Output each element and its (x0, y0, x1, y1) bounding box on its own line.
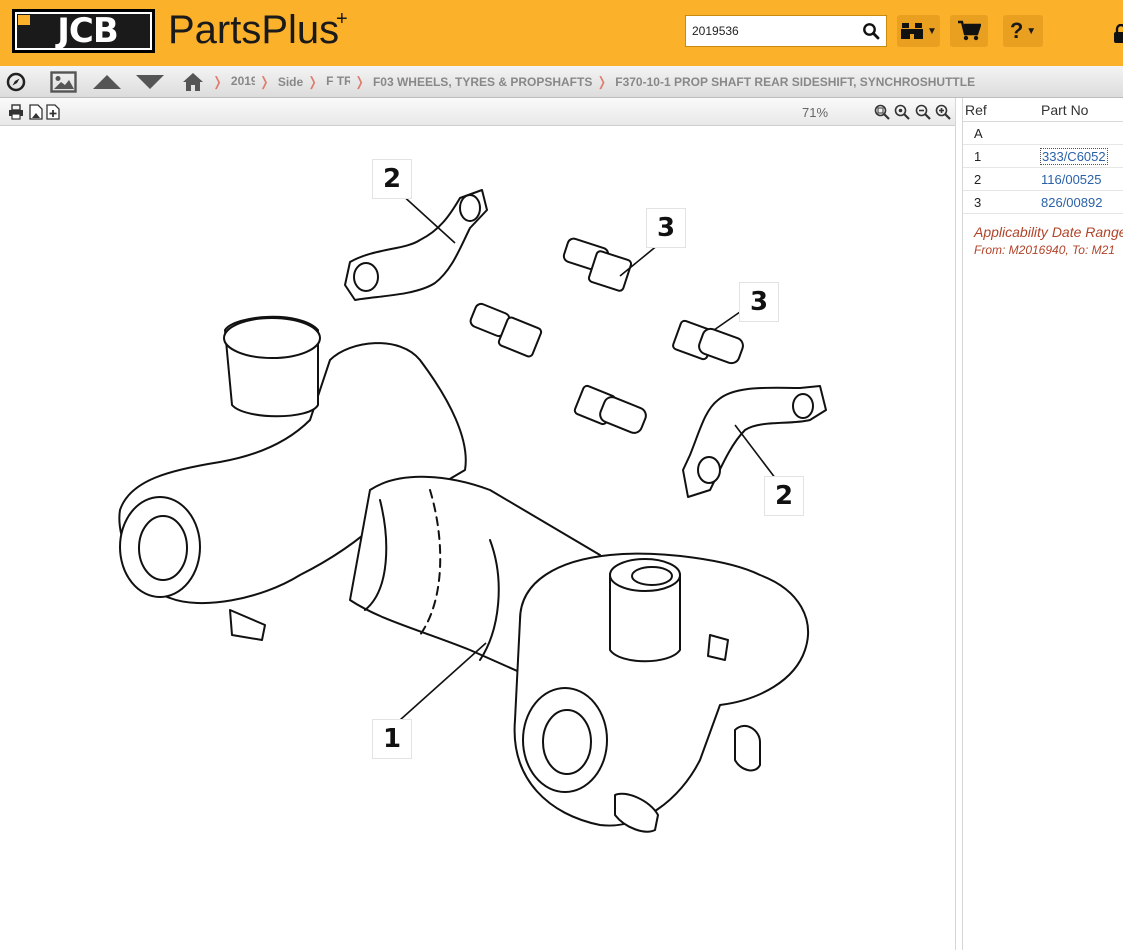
callout-1[interactable]: 1 (372, 719, 412, 759)
panel-splitter[interactable] (955, 98, 963, 950)
applicability-info: Applicability Date Range From: M2016940,… (974, 224, 1123, 257)
callout-2[interactable]: 2 (372, 159, 412, 199)
breadcrumb-separator: ❭ (212, 74, 223, 89)
breadcrumb-item[interactable]: 2019 (223, 74, 259, 91)
parts-list-panel: Ref Part No A 1 333/C6052 2 116/00525 3 … (963, 98, 1123, 950)
search-box (685, 15, 887, 47)
find-button[interactable]: ▼ (897, 15, 940, 47)
logo-text: JCB (17, 14, 150, 48)
lock-icon[interactable] (1112, 24, 1123, 44)
cart-button[interactable] (950, 15, 988, 47)
breadcrumb-separator: ❭ (258, 74, 270, 89)
help-icon: ? (1009, 18, 1024, 43)
search-button[interactable] (856, 16, 886, 46)
binoculars-icon (901, 23, 924, 39)
applicability-title: Applicability Date Range (974, 224, 1123, 240)
zoom-fit-icon[interactable] (874, 104, 890, 120)
logo-badge (18, 15, 30, 25)
parts-table-header: Ref Part No (963, 98, 1123, 122)
app-title: PartsPlus (168, 8, 340, 52)
zoom-in-icon[interactable] (935, 104, 951, 120)
arrow-down-icon[interactable] (135, 70, 165, 94)
propshaft-drawing (118, 189, 827, 833)
save-image-icon[interactable] (28, 104, 44, 120)
chevron-down-icon: ▼ (927, 25, 937, 37)
parts-diagram[interactable]: 2 3 3 2 1 (0, 127, 955, 950)
breadcrumb-separator: ❭ (354, 74, 365, 89)
zoom-level: 71% (802, 105, 829, 120)
callout-3[interactable]: 3 (739, 282, 779, 322)
row-part-no[interactable]: 333/C6052 (1040, 148, 1108, 165)
row-ref: 2 (974, 172, 982, 187)
breadcrumb-current[interactable]: F370-10-1 PROP SHAFT REAR SIDESHIFT, SYN… (607, 75, 979, 89)
zoom-reset-icon[interactable] (894, 104, 910, 120)
row-part-no[interactable]: 826/00892 (1041, 195, 1102, 210)
row-ref: A (974, 126, 983, 141)
nav-bar: ❭ 2019 ❭ Side ❭ F TR ❭ F03 WHEELS, TYRES… (0, 66, 1123, 98)
column-header-part-no[interactable]: Part No (1041, 102, 1088, 118)
print-icon[interactable] (8, 104, 24, 120)
search-input[interactable] (686, 16, 856, 46)
row-part-no[interactable]: 116/00525 (1041, 172, 1102, 187)
row-ref: 3 (974, 195, 982, 210)
breadcrumb-separator: ❭ (596, 74, 608, 89)
add-page-icon[interactable] (45, 104, 61, 120)
home-icon[interactable] (181, 70, 205, 94)
app-title-plus: + (336, 8, 348, 30)
help-button[interactable]: ? ▼ (1003, 15, 1043, 47)
breadcrumb-separator: ❭ (307, 74, 319, 89)
column-header-ref[interactable]: Ref (965, 102, 987, 118)
row-ref: 1 (974, 149, 982, 164)
table-row[interactable]: A (963, 122, 1123, 145)
compass-icon[interactable] (5, 70, 27, 94)
cart-icon (958, 20, 981, 41)
chevron-down-icon: ▼ (1026, 25, 1037, 37)
table-row[interactable]: 2 116/00525 (963, 168, 1123, 191)
callout-3[interactable]: 3 (646, 208, 686, 248)
image-icon[interactable] (49, 70, 77, 94)
breadcrumb-item[interactable]: Side (270, 75, 307, 89)
applicability-range: From: M2016940, To: M21 (974, 243, 1115, 257)
zoom-out-icon[interactable] (915, 104, 931, 120)
arrow-up-icon[interactable] (92, 70, 122, 94)
jcb-logo[interactable]: JCB (12, 9, 155, 53)
app-header: JCB PartsPlus + ▼ ? ▼ (0, 0, 1123, 66)
breadcrumb-item[interactable]: F TR (318, 74, 354, 91)
viewer-toolbar: 71% (0, 98, 955, 126)
table-row[interactable]: 1 333/C6052 (963, 145, 1123, 168)
search-icon (863, 23, 880, 40)
breadcrumb-item[interactable]: F03 WHEELS, TYRES & PROPSHAFTS (365, 75, 596, 89)
table-row[interactable]: 3 826/00892 (963, 191, 1123, 214)
breadcrumb: ❭ 2019 ❭ Side ❭ F TR ❭ F03 WHEELS, TYRES… (212, 66, 979, 98)
callout-2[interactable]: 2 (764, 476, 804, 516)
